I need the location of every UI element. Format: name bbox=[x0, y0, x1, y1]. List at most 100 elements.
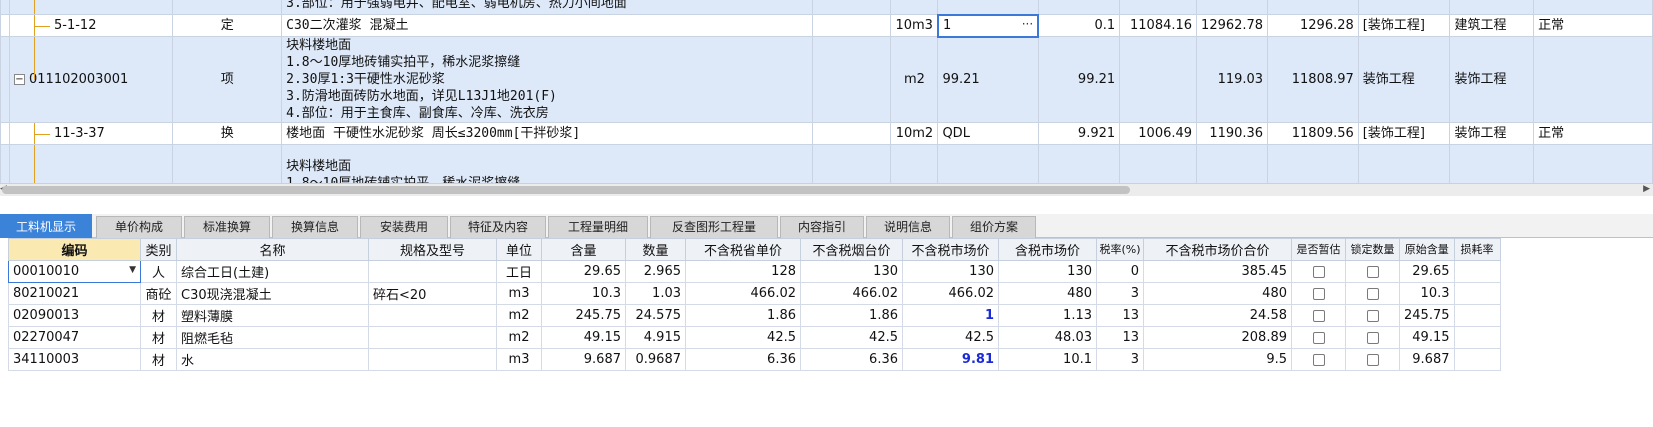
table-row-partial[interactable]: 3.部位：用于强弱电井、配电室、弱电机房、热力小间地面 bbox=[0, 0, 1653, 15]
col-header-yantai-price[interactable]: 不含税烟台价 bbox=[800, 238, 903, 261]
estimate-checkbox[interactable] bbox=[1312, 353, 1325, 366]
estimate-checkbox[interactable] bbox=[1312, 287, 1325, 300]
market-price-tax[interactable]: 10.1 bbox=[998, 348, 1097, 371]
col-header-market-price-tax[interactable]: 含税市场价 bbox=[998, 238, 1097, 261]
material-name[interactable]: C30现浇混凝土 bbox=[176, 282, 369, 305]
col-header-lock-quantity[interactable]: 锁定数量 bbox=[1345, 238, 1400, 261]
market-price-tax[interactable]: 1.13 bbox=[998, 304, 1097, 327]
quantity-expression-input[interactable]: 99.21 bbox=[937, 36, 1039, 123]
tax-rate[interactable]: 13 bbox=[1096, 326, 1144, 349]
lock-quantity-checkbox[interactable] bbox=[1366, 265, 1379, 278]
lock-quantity-checkbox[interactable] bbox=[1366, 309, 1379, 322]
tab-6[interactable]: 工程量明细 bbox=[548, 216, 648, 238]
table-row[interactable]: 34110003 材水 m3 9.687 0.9687 6.36 6.36 9.81 10.1 3… bbox=[0, 348, 1501, 371]
material-spec[interactable] bbox=[368, 326, 497, 349]
col-header-is-estimate[interactable]: 是否暂估 bbox=[1291, 238, 1346, 261]
collapse-icon[interactable]: − bbox=[14, 74, 25, 85]
col-header-original-content[interactable]: 原始含量 bbox=[1399, 238, 1455, 261]
tab-7[interactable]: 反查图形工程量 bbox=[650, 216, 778, 238]
code-select[interactable]: 00010010 ▼ bbox=[8, 260, 141, 283]
market-price[interactable]: 466.02 bbox=[902, 282, 999, 305]
market-price[interactable]: 1 bbox=[902, 304, 999, 327]
material-content[interactable]: 10.3 bbox=[541, 282, 626, 305]
table-row[interactable]: −011102003001 项块料楼地面 1.8～10厚地砖铺实拍平，稀水泥浆擦缝… bbox=[0, 36, 1653, 123]
material-spec[interactable] bbox=[368, 260, 497, 283]
loss-rate[interactable] bbox=[1453, 304, 1501, 327]
col-header-code[interactable]: 编码 bbox=[8, 238, 141, 261]
material-quantity[interactable]: 4.915 bbox=[625, 326, 686, 349]
tax-rate[interactable]: 3 bbox=[1096, 348, 1144, 371]
tab-4[interactable]: 安装费用 bbox=[360, 216, 448, 238]
col-header-loss-rate[interactable]: 损耗率 bbox=[1453, 238, 1501, 261]
table-row[interactable]: 02090013 材塑料薄膜 m2 245.75 24.575 1.86 1.86 1 1.13… bbox=[0, 304, 1501, 327]
col-header-category[interactable]: 类别 bbox=[140, 238, 177, 261]
tab-10[interactable]: 组价方案 bbox=[952, 216, 1036, 238]
material-content[interactable]: 29.65 bbox=[541, 260, 626, 283]
tab-5[interactable]: 特征及内容 bbox=[450, 216, 546, 238]
estimate-checkbox[interactable] bbox=[1312, 309, 1325, 322]
col-header-name[interactable]: 名称 bbox=[176, 238, 369, 261]
material-name[interactable]: 综合工日(土建) bbox=[176, 260, 369, 283]
market-price[interactable]: 130 bbox=[902, 260, 999, 283]
quantity-expression-input[interactable]: 1 ··· bbox=[936, 13, 1040, 38]
material-spec[interactable]: 碎石<20 bbox=[368, 282, 497, 305]
material-content[interactable]: 245.75 bbox=[541, 304, 626, 327]
quantity-expression-input[interactable] bbox=[937, 144, 1039, 183]
col-header-spec[interactable]: 规格及型号 bbox=[368, 238, 497, 261]
material-code[interactable]: 80210021 bbox=[8, 282, 141, 305]
estimate-checkbox[interactable] bbox=[1312, 331, 1325, 344]
market-price-tax[interactable]: 130 bbox=[998, 260, 1097, 283]
scrollbar-thumb[interactable] bbox=[2, 186, 1130, 194]
tab-0[interactable]: 工料机显示 bbox=[0, 214, 92, 238]
col-header-tax-rate[interactable]: 税率(%) bbox=[1096, 238, 1144, 261]
material-name[interactable]: 塑料薄膜 bbox=[176, 304, 369, 327]
chevron-down-icon[interactable]: ▼ bbox=[129, 265, 136, 275]
item-description[interactable]: 块料楼地面 1.8～10厚地砖铺实拍平，稀水泥浆擦缝 bbox=[281, 144, 813, 183]
item-description[interactable]: C30二次灌浆 混凝土 bbox=[281, 14, 813, 37]
tax-rate[interactable]: 0 bbox=[1096, 260, 1144, 283]
tab-2[interactable]: 标准换算 bbox=[184, 216, 270, 238]
material-quantity[interactable]: 2.965 bbox=[625, 260, 686, 283]
loss-rate[interactable] bbox=[1453, 348, 1501, 371]
material-code[interactable]: 34110003 bbox=[8, 348, 141, 371]
horizontal-scrollbar[interactable]: ◀ ▶ bbox=[0, 183, 1653, 196]
market-price-tax[interactable]: 480 bbox=[998, 282, 1097, 305]
lock-quantity-checkbox[interactable] bbox=[1366, 331, 1379, 344]
tab-3[interactable]: 换算信息 bbox=[272, 216, 358, 238]
market-price[interactable]: 9.81 bbox=[902, 348, 999, 371]
tax-rate[interactable]: 13 bbox=[1096, 304, 1144, 327]
scroll-right-icon[interactable]: ▶ bbox=[1643, 184, 1650, 194]
material-content[interactable]: 49.15 bbox=[541, 326, 626, 349]
loss-rate[interactable] bbox=[1453, 282, 1501, 305]
item-description[interactable]: 楼地面 干硬性水泥砂浆 周长≤3200mm[干拌砂浆] bbox=[281, 122, 813, 145]
material-code[interactable]: 02270047 bbox=[8, 326, 141, 349]
material-name[interactable]: 水 bbox=[176, 348, 369, 371]
market-price[interactable]: 42.5 bbox=[902, 326, 999, 349]
material-spec[interactable] bbox=[368, 348, 497, 371]
col-header-province-price[interactable]: 不含税省单价 bbox=[685, 238, 801, 261]
material-name[interactable]: 阻燃毛毡 bbox=[176, 326, 369, 349]
table-row[interactable]: 块料楼地面 1.8～10厚地砖铺实拍平，稀水泥浆擦缝 bbox=[0, 144, 1653, 183]
item-description[interactable]: 块料楼地面 1.8～10厚地砖铺实拍平，稀水泥浆擦缝 2.30厚1:3干硬性水泥… bbox=[281, 36, 813, 123]
table-row[interactable]: 5-1-12 定 C30二次灌浆 混凝土 10m3 1 ··· 0.1 11084.16 129… bbox=[0, 13, 1653, 38]
market-price-tax[interactable]: 48.03 bbox=[998, 326, 1097, 349]
material-quantity[interactable]: 1.03 bbox=[625, 282, 686, 305]
col-header-market-price[interactable]: 不含税市场价 bbox=[902, 238, 999, 261]
loss-rate[interactable] bbox=[1453, 260, 1501, 283]
more-options-icon[interactable]: ··· bbox=[1022, 17, 1033, 33]
material-quantity[interactable]: 0.9687 bbox=[625, 348, 686, 371]
col-header-market-total[interactable]: 不含税市场价合价 bbox=[1143, 238, 1292, 261]
tab-9[interactable]: 说明信息 bbox=[866, 216, 950, 238]
col-header-quantity[interactable]: 数量 bbox=[625, 238, 686, 261]
table-row[interactable]: 02270047 材阻燃毛毡 m2 49.15 4.915 42.5 42.5 42.5 48.… bbox=[0, 326, 1501, 349]
quantity-expression-input[interactable]: QDL bbox=[937, 122, 1039, 145]
material-quantity[interactable]: 24.575 bbox=[625, 304, 686, 327]
tab-1[interactable]: 单价构成 bbox=[96, 216, 182, 238]
table-row[interactable]: 11-3-37 换楼地面 干硬性水泥砂浆 周长≤3200mm[干拌砂浆] 10m2 Q… bbox=[0, 122, 1653, 145]
estimate-checkbox[interactable] bbox=[1312, 265, 1325, 278]
tax-rate[interactable]: 3 bbox=[1096, 282, 1144, 305]
lock-quantity-checkbox[interactable] bbox=[1366, 287, 1379, 300]
material-spec[interactable] bbox=[368, 304, 497, 327]
table-row[interactable]: 80210021 商砼 C30现浇混凝土 碎石<20 m3 10.3 1.03 466.02 4… bbox=[0, 282, 1501, 305]
material-code[interactable]: 02090013 bbox=[8, 304, 141, 327]
